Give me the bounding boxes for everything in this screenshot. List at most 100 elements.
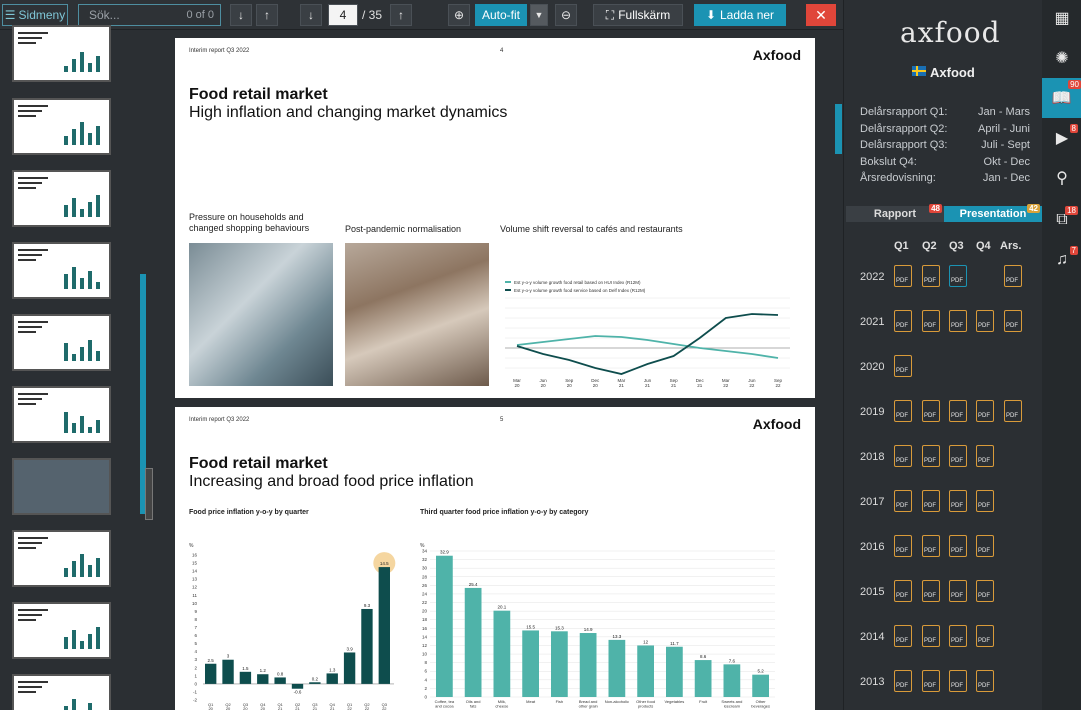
pdf-icon[interactable]: PDF <box>922 490 940 512</box>
pdf-icon[interactable]: PDF <box>922 265 940 287</box>
x-tick-label: 22 <box>365 706 370 710</box>
pdf-icon[interactable]: PDF <box>894 490 912 512</box>
zoom-dropdown[interactable]: ▼ <box>530 4 548 26</box>
pdf-icon[interactable]: PDF <box>949 490 967 512</box>
pdf-icon[interactable]: PDF <box>922 400 940 422</box>
thumbnail-bar <box>72 267 76 289</box>
year-label: 2016 <box>860 541 885 553</box>
download-button[interactable]: ⬇ Ladda ner <box>694 4 786 26</box>
pdf-icon[interactable]: PDF <box>894 265 912 287</box>
page-number-input[interactable]: 4 <box>328 4 358 26</box>
data-label: 20.1 <box>497 605 506 610</box>
pdf-icon[interactable]: PDF <box>949 625 967 647</box>
pdf-icon[interactable]: PDF <box>976 400 994 422</box>
pdf-icon[interactable]: PDF <box>949 445 967 467</box>
pdf-icon[interactable]: PDF <box>894 445 912 467</box>
close-button[interactable]: ✕ <box>806 4 836 26</box>
pdf-icon[interactable]: PDF <box>922 625 940 647</box>
sidebar-resize-handle[interactable] <box>145 468 153 520</box>
pdf-icon[interactable]: PDF <box>1004 310 1022 332</box>
thumbnail-bar <box>64 568 68 577</box>
x-tick-label: 21 <box>645 383 651 388</box>
pdf-icon[interactable]: PDF <box>976 625 994 647</box>
video-icon[interactable]: ▶ 8 <box>1052 124 1078 148</box>
pdf-icon[interactable]: PDF <box>922 580 940 602</box>
toolbar: ☰ Sidmeny Sök... 0 of 0 ↓ ↑ ↓ 4 / 35 ↑ ⊕… <box>0 0 843 30</box>
pdf-icon[interactable]: PDF <box>976 445 994 467</box>
pdf-icon[interactable]: PDF <box>949 535 967 557</box>
document-scrollbar[interactable] <box>835 104 842 154</box>
autofit-button[interactable]: Auto-fit <box>475 4 527 26</box>
pdf-icon[interactable]: PDF <box>949 265 967 287</box>
next-page-button[interactable]: ↓ <box>300 4 322 26</box>
fullscreen-button[interactable]: ⛶ Fullskärm <box>593 4 683 26</box>
pdf-icon[interactable]: PDF <box>894 310 912 332</box>
search-input[interactable]: Sök... 0 of 0 <box>78 4 221 26</box>
year-label: 2014 <box>860 631 885 643</box>
pdf-icon[interactable]: PDF <box>976 490 994 512</box>
thumbnail-page[interactable] <box>12 98 111 155</box>
thumbnail-page[interactable] <box>12 25 111 82</box>
pdf-icon[interactable]: PDF <box>894 400 912 422</box>
arrow-down-icon: ↓ <box>308 8 314 22</box>
bar <box>637 645 654 697</box>
search-next-button[interactable]: ↓ <box>230 4 252 26</box>
audio-icon[interactable]: ♫ 7 <box>1052 246 1078 270</box>
y-tick-label: 34 <box>422 549 428 554</box>
pdf-icon[interactable]: PDF <box>1004 265 1022 287</box>
thumbnail-page[interactable] <box>12 674 111 710</box>
pdf-icon[interactable]: PDF <box>894 580 912 602</box>
pdf-label: PDF <box>978 683 990 689</box>
thumbnail-page[interactable] <box>12 602 111 659</box>
schedule-value: Jan - Mars <box>978 106 1030 118</box>
thumbnail-page[interactable] <box>12 386 111 443</box>
bar <box>551 631 568 697</box>
pdf-icon[interactable]: PDF <box>894 670 912 692</box>
tab-rapport[interactable]: Rapport 48 <box>846 204 944 222</box>
y-tick-label: 2 <box>424 686 427 691</box>
thumbnail-page[interactable] <box>12 242 111 299</box>
thumbnail-page[interactable] <box>12 170 111 227</box>
page-number: 5 <box>500 417 504 423</box>
analysis-icon[interactable]: ⚲ <box>1052 168 1072 188</box>
pdf-icon[interactable]: PDF <box>976 580 994 602</box>
pdf-icon[interactable]: PDF <box>922 670 940 692</box>
pdf-icon[interactable]: PDF <box>976 310 994 332</box>
tab-presentation[interactable]: Presentation 42 <box>944 204 1042 222</box>
pdf-label: PDF <box>924 593 936 599</box>
pdf-icon[interactable]: PDF <box>976 535 994 557</box>
data-label: 25.4 <box>469 582 478 587</box>
prev-page-button[interactable]: ↑ <box>390 4 412 26</box>
y-tick-label: 4 <box>424 677 427 682</box>
sidmeny-button[interactable]: ☰ Sidmeny <box>2 4 68 26</box>
brain-icon[interactable]: ✺ <box>1052 48 1072 68</box>
x-tick-label: fats <box>470 704 476 709</box>
pdf-icon[interactable]: PDF <box>949 670 967 692</box>
thumbnail-page[interactable] <box>12 530 111 587</box>
pdf-icon[interactable]: PDF <box>922 445 940 467</box>
zoom-in-button[interactable]: ⊕ <box>448 4 470 26</box>
pdf-label: PDF <box>924 278 936 284</box>
thumbnail-bar <box>64 66 68 72</box>
bar <box>723 664 741 697</box>
pdf-icon[interactable]: PDF <box>894 355 912 377</box>
search-prev-button[interactable]: ↑ <box>256 4 278 26</box>
reader-icon[interactable]: 📖 90 <box>1042 78 1081 118</box>
pdf-icon[interactable]: PDF <box>949 310 967 332</box>
x-tick-label: Meat <box>526 699 536 704</box>
pdf-icon[interactable]: PDF <box>949 400 967 422</box>
pdf-icon[interactable]: PDF <box>949 580 967 602</box>
thumbnail-page[interactable] <box>12 314 111 371</box>
pdf-icon[interactable]: PDF <box>894 535 912 557</box>
pdf-icon[interactable]: PDF <box>894 625 912 647</box>
pdf-icon[interactable]: PDF <box>1004 400 1022 422</box>
layout-icon[interactable]: ▦ <box>1052 8 1072 28</box>
pdf-icon[interactable]: PDF <box>976 670 994 692</box>
pdf-icon[interactable]: PDF <box>922 535 940 557</box>
share-icon[interactable]: ⧉ 18 <box>1052 206 1078 230</box>
zoom-out-button[interactable]: ⊖ <box>555 4 577 26</box>
thumbnail-page[interactable] <box>12 458 111 515</box>
x-tick-label: other grain <box>579 704 598 709</box>
y-tick-label: 28 <box>422 574 428 579</box>
pdf-icon[interactable]: PDF <box>922 310 940 332</box>
